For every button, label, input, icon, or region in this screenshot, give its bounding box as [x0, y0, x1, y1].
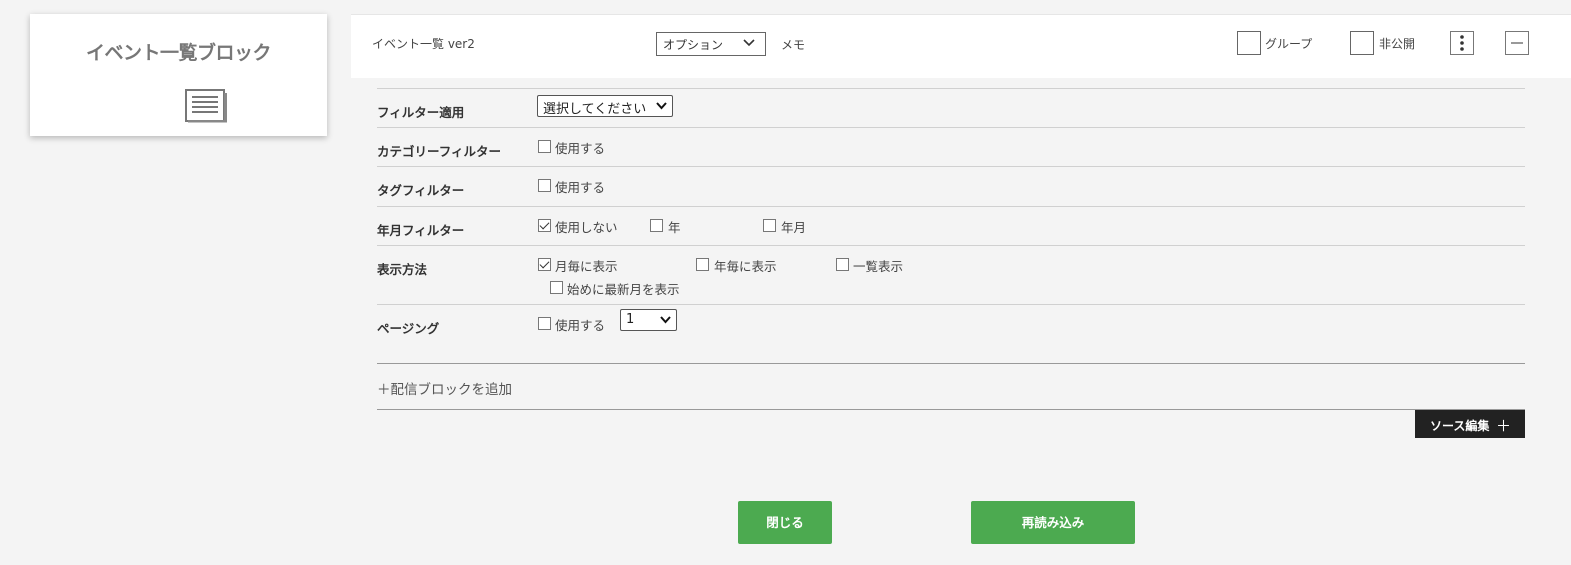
block-card[interactable]: イベント一覧ブロック — [30, 14, 327, 136]
chevron-down-icon — [656, 102, 667, 110]
display-monthly-checkbox[interactable] — [538, 258, 551, 271]
category-filter-label: カテゴリーフィルター — [377, 144, 502, 159]
block-name: イベント一覧 ver2 — [372, 37, 475, 51]
private-checkbox[interactable] — [1350, 31, 1374, 55]
category-filter-use-label: 使用する — [555, 141, 606, 156]
yearmonth-none-checkbox[interactable] — [538, 219, 551, 232]
category-filter-checkbox[interactable] — [538, 140, 551, 153]
row-category-filter: カテゴリーフィルター 使用する — [377, 127, 1525, 166]
more-menu-button[interactable] — [1450, 31, 1474, 55]
memo-link[interactable]: メモ — [781, 36, 805, 53]
yearmonth-none-label: 使用しない — [555, 220, 618, 235]
plus-icon: ＋ — [1495, 417, 1511, 435]
private-label: 非公開 — [1379, 37, 1416, 51]
paging-count-value: 1 — [626, 312, 635, 327]
option-select-value: オプション — [663, 38, 724, 52]
paging-checkbox[interactable] — [538, 317, 551, 330]
yearmonth-filter-label: 年月フィルター — [377, 223, 465, 238]
display-list-label: 一覧表示 — [853, 259, 904, 274]
row-tag-filter: タグフィルター 使用する — [377, 166, 1525, 206]
row-yearmonth-filter: 年月フィルター 使用しない 年 年月 — [377, 206, 1525, 245]
display-monthly-label: 月毎に表示 — [555, 259, 618, 274]
paging-count-select[interactable]: 1 — [620, 309, 677, 331]
row-display-method: 表示方法 月毎に表示 年毎に表示 一覧表示 始めに最新月を表示 — [377, 245, 1525, 305]
chevron-down-icon — [743, 39, 755, 47]
group-label: グループ — [1265, 37, 1313, 51]
block-card-title: イベント一覧ブロック — [85, 42, 272, 64]
filter-apply-select[interactable]: 選択してください — [537, 95, 673, 117]
reload-button[interactable]: 再読み込み — [971, 501, 1135, 544]
yearmonth-yearmonth-checkbox[interactable] — [763, 219, 776, 232]
display-yearly-label: 年毎に表示 — [714, 259, 777, 274]
source-edit-button[interactable]: ソース編集 ＋ — [1415, 410, 1525, 438]
tag-filter-checkbox[interactable] — [538, 179, 551, 192]
yearmonth-year-checkbox[interactable] — [650, 219, 663, 232]
block-header-bar: イベント一覧 ver2 オプション メモ グループ 非公開 — [351, 14, 1571, 78]
yearmonth-year-label: 年 — [668, 220, 681, 235]
document-list-icon — [185, 89, 227, 123]
filter-apply-select-value: 選択してください — [543, 102, 647, 117]
option-select[interactable]: オプション — [656, 32, 766, 56]
tag-filter-label: タグフィルター — [377, 183, 465, 198]
row-filter-apply: フィルター適用 選択してください — [377, 88, 1525, 127]
yearmonth-yearmonth-label: 年月 — [781, 220, 807, 235]
close-button[interactable]: 閉じる — [738, 501, 832, 544]
collapse-button[interactable] — [1505, 31, 1529, 55]
more-vertical-icon — [1460, 35, 1464, 51]
filter-apply-label: フィルター適用 — [377, 105, 465, 120]
display-list-checkbox[interactable] — [836, 258, 849, 271]
minus-icon — [1511, 42, 1523, 44]
paging-label: ページング — [377, 321, 440, 336]
divider — [377, 409, 1525, 410]
chevron-down-icon — [660, 316, 671, 324]
show-latest-month-label: 始めに最新月を表示 — [567, 282, 680, 297]
group-checkbox[interactable] — [1237, 31, 1261, 55]
paging-use-label: 使用する — [555, 318, 606, 333]
display-method-label: 表示方法 — [377, 262, 428, 277]
show-latest-month-checkbox[interactable] — [550, 281, 563, 294]
display-yearly-checkbox[interactable] — [696, 258, 709, 271]
row-paging: ページング 使用する 1 — [377, 304, 1525, 364]
tag-filter-use-label: 使用する — [555, 180, 606, 195]
add-delivery-block-link[interactable]: ＋配信ブロックを追加 — [377, 378, 512, 398]
source-edit-label: ソース編集 — [1430, 419, 1490, 433]
divider — [377, 363, 1525, 364]
